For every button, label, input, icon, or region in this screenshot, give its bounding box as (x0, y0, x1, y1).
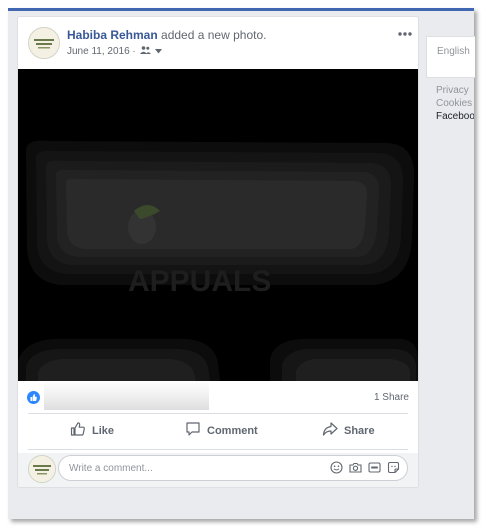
cookies-link[interactable]: Cookies (436, 97, 474, 110)
divider (28, 413, 408, 414)
post-header-line: Habiba Rehman added a new photo. (67, 28, 266, 42)
facebook-link[interactable]: Facebook (436, 110, 474, 123)
dropdown-caret-icon[interactable] (154, 46, 162, 57)
share-label: Share (344, 424, 375, 437)
sticker-icon[interactable] (387, 461, 400, 474)
post-actions: Like Comment Share (18, 415, 418, 447)
post-meta: June 11, 2016 · (67, 46, 162, 57)
reactors-names-redacted (44, 381, 209, 410)
post-date-link[interactable]: June 11, 2016 · (67, 46, 136, 57)
like-label: Like (92, 424, 115, 437)
viewer-avatar[interactable] (28, 455, 56, 483)
privacy-link[interactable]: Privacy (436, 84, 474, 97)
comment-button[interactable]: Comment (185, 421, 258, 440)
divider (28, 449, 408, 450)
like-button[interactable]: Like (70, 421, 114, 440)
thumbs-up-icon (70, 421, 86, 440)
photo-watermark: APPUALS (128, 265, 271, 298)
share-button[interactable]: Share (322, 421, 375, 440)
friends-audience-icon[interactable] (139, 46, 151, 57)
footer-links: Privacy Cookies Facebook (436, 84, 474, 123)
language-link[interactable]: English (437, 46, 470, 57)
author-avatar[interactable] (28, 27, 60, 59)
comment-placeholder: Write a comment... (69, 463, 153, 474)
post-photo[interactable]: APPUALS (18, 69, 418, 381)
reactions-row: 1 Share (18, 381, 418, 413)
post-action-text: added a new photo. (161, 28, 267, 42)
language-card: English (426, 36, 475, 78)
emoji-icon[interactable] (330, 461, 343, 474)
camera-icon[interactable] (349, 461, 362, 474)
share-count[interactable]: 1 Share (374, 392, 409, 403)
comment-input[interactable]: Write a comment... (58, 455, 408, 481)
comment-tools (330, 461, 400, 474)
like-reaction-icon[interactable] (27, 391, 40, 404)
gif-icon[interactable] (368, 461, 381, 474)
comment-composer: Write a comment... (18, 453, 418, 487)
comment-label: Comment (207, 424, 258, 437)
share-arrow-icon (322, 421, 338, 440)
author-name-link[interactable]: Habiba Rehman (67, 28, 158, 42)
photo-post-card: Habiba Rehman added a new photo. June 11… (17, 16, 419, 488)
comment-icon (185, 421, 201, 440)
more-icon[interactable] (398, 23, 412, 39)
